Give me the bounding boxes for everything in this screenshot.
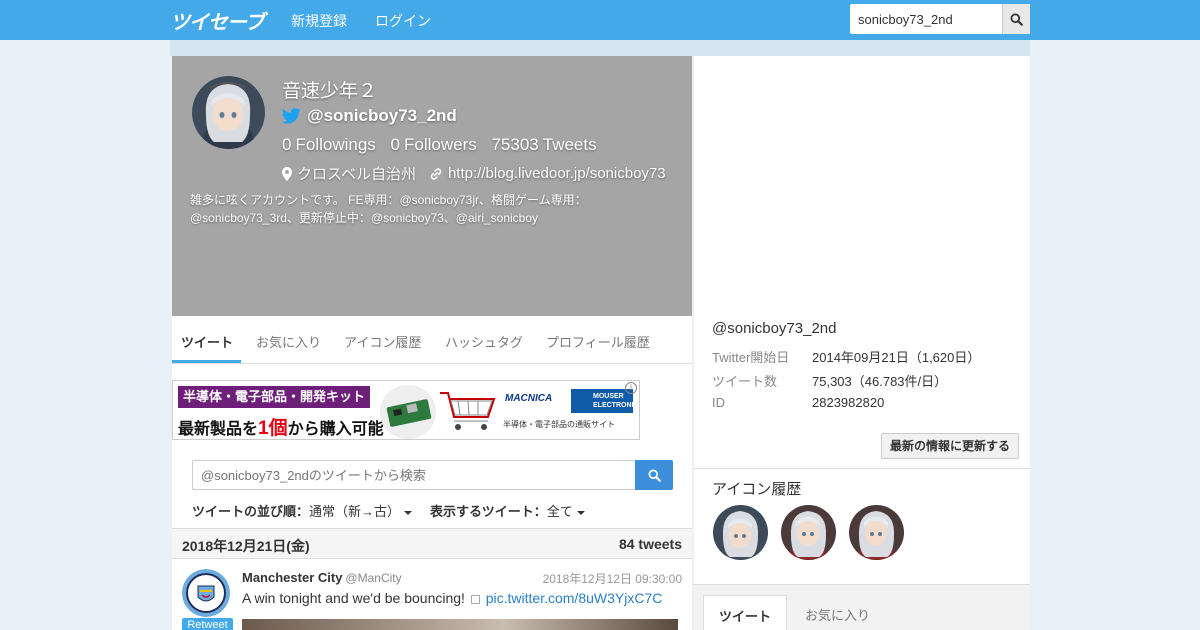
ad-tagline: 半導体・電子部品の通販サイト — [503, 420, 615, 429]
icon-history-avatar[interactable] — [781, 505, 836, 560]
map-marker-icon — [282, 166, 292, 181]
tweet-search — [192, 460, 673, 490]
link-icon — [430, 167, 442, 180]
profile-url[interactable]: http://blog.livedoor.jp/sonicboy73 — [448, 165, 666, 182]
tweet-filter-value: 全て — [546, 504, 573, 519]
side-handle: @sonicboy73_2nd — [712, 320, 837, 337]
icon-history-avatar[interactable] — [713, 505, 768, 560]
sort-order-value: 通常（新→古） — [309, 504, 401, 519]
avatar-illustration — [849, 505, 904, 560]
ad-text-num: 1 — [258, 418, 269, 439]
info-label-start-date: Twitter開始日 — [712, 350, 790, 365]
tweet-filter-dropdown[interactable]: 表示するツイート：全て — [430, 501, 585, 520]
sort-order-dropdown[interactable]: ツイートの並び順：通常（新→古） — [192, 501, 413, 520]
info-value-start-date: 2014年09月21日（1,620日） — [812, 350, 981, 365]
header-search — [850, 4, 1030, 34]
ad-brand-macnica: MACNICA — [505, 393, 553, 404]
tab-favorites[interactable]: お気に入り — [256, 332, 321, 351]
ad-text-post: から購入可能 — [287, 421, 384, 438]
image-placeholder-icon — [470, 594, 480, 604]
tweets-label[interactable]: Tweets — [543, 135, 597, 154]
tweet-timestamp[interactable]: 2018年12月12日 09:30:00 — [543, 570, 682, 587]
retweet-badge: Retweet — [182, 618, 233, 630]
content-top-strip — [170, 40, 1030, 56]
header-search-button[interactable] — [1002, 4, 1030, 34]
followers-label[interactable]: Followers — [404, 135, 477, 154]
ad-product-image — [380, 385, 496, 439]
ad-text-pre: 最新製品を — [178, 421, 259, 438]
tab-hashtags[interactable]: ハッシュタグ — [445, 332, 523, 351]
avatar-illustration — [781, 505, 836, 560]
side-divider — [694, 468, 1030, 469]
tweet-author-avatar[interactable] — [182, 569, 230, 617]
tweet-author[interactable]: Manchester City @ManCity — [242, 570, 402, 585]
search-icon — [1010, 12, 1023, 26]
sort-order-label: ツイートの並び順： — [192, 504, 310, 519]
ad-headline: 半導体・電子部品・開発キット — [178, 386, 371, 408]
followings-label[interactable]: Followings — [295, 135, 375, 154]
tweet-body: A win tonight and we'd be bouncing! — [242, 590, 465, 606]
twitter-bird-icon — [282, 108, 301, 124]
icon-history-avatar[interactable] — [849, 505, 904, 560]
info-value-tweet-count: 75,303（46.783件/日） — [812, 374, 948, 389]
date-group-count: 84 tweets — [618, 536, 682, 552]
tab-icon-history[interactable]: アイコン履歴 — [344, 332, 421, 351]
tweet-search-button[interactable] — [635, 460, 673, 490]
side-tab-favorites[interactable]: お気に入り — [790, 595, 885, 630]
ad-brand-mouser: MOUSER ELECTRONICS — [571, 389, 639, 413]
site-logo[interactable]: ツイセーブ — [170, 6, 265, 35]
profile-meta: クロスベル自治州 http://blog.livedoor.jp/sonicbo… — [282, 163, 666, 184]
ad-banner[interactable]: 半導体・電子部品・開発キット 最新製品を1個から購入可能 MACNICA MOU… — [172, 380, 640, 440]
refresh-info-button[interactable]: 最新の情報に更新する — [881, 433, 1019, 459]
login-link[interactable]: ログイン — [375, 11, 431, 31]
ad-info-icon[interactable]: i — [625, 382, 637, 394]
signup-link[interactable]: 新規登録 — [291, 11, 347, 31]
icon-history-title: アイコン履歴 — [712, 481, 802, 498]
profile-header: 音速少年２ @sonicboy73_2nd 0 Followings 0 Follo… — [172, 56, 692, 316]
man-city-crest-icon — [182, 569, 230, 617]
ad-subheadline: 最新製品を1個から購入可能 — [178, 413, 384, 439]
chevron-down-icon — [576, 510, 585, 515]
side-tab-tweets[interactable]: ツイート — [703, 595, 788, 630]
profile-tabs: ツイート お気に入り アイコン履歴 ハッシュタグ プロフィール履歴 — [172, 316, 692, 364]
date-group-header: 2018年12月21日(金) 84 tweets — [172, 528, 692, 559]
profile-handle: @sonicboy73_2nd — [307, 106, 457, 125]
info-label-tweet-count: ツイート数 — [712, 374, 778, 389]
profile-location: クロスベル自治州 — [297, 166, 416, 183]
profile-stats: 0 Followings 0 Followers 75303 Tweets — [282, 135, 601, 155]
tweet-author-name: Manchester City — [242, 570, 343, 585]
chevron-down-icon — [404, 510, 413, 515]
search-icon — [647, 468, 661, 482]
tweet-media-link[interactable]: pic.twitter.com/8uW3YjxC7C — [486, 590, 663, 606]
tweets-count: 75303 — [491, 135, 539, 154]
profile-bio: 雑多に呟くアカウントです。 FE専用：@sonicboy73jr、格闘ゲーム専用… — [190, 193, 587, 225]
info-label-id: ID — [712, 395, 725, 410]
tab-tweets[interactable]: ツイート — [181, 332, 233, 351]
profile-avatar[interactable] — [192, 76, 265, 149]
tweet-author-handle: @ManCity — [345, 571, 402, 585]
date-group-date[interactable]: 2018年12月21日(金) — [182, 536, 310, 556]
profile-name: 音速少年２ — [282, 81, 378, 102]
header-search-input[interactable] — [850, 4, 1002, 34]
avatar-illustration — [192, 76, 265, 149]
ad-text-unit: 個 — [268, 418, 288, 439]
tweet-filter-label: 表示するツイート： — [430, 504, 547, 519]
info-value-id: 2823982820 — [812, 395, 885, 410]
tweet-search-input[interactable] — [193, 461, 635, 489]
followers-count: 0 — [390, 135, 400, 154]
avatar-illustration — [713, 505, 768, 560]
tweet-media-image[interactable] — [242, 619, 678, 630]
tab-profile-history[interactable]: プロフィール履歴 — [546, 332, 650, 351]
active-tab-indicator — [172, 360, 241, 363]
tweet-text: A win tonight and we'd be bouncing! pic.… — [242, 590, 662, 606]
followings-count: 0 — [282, 135, 292, 154]
profile-handle-row: @sonicboy73_2nd — [282, 106, 457, 126]
